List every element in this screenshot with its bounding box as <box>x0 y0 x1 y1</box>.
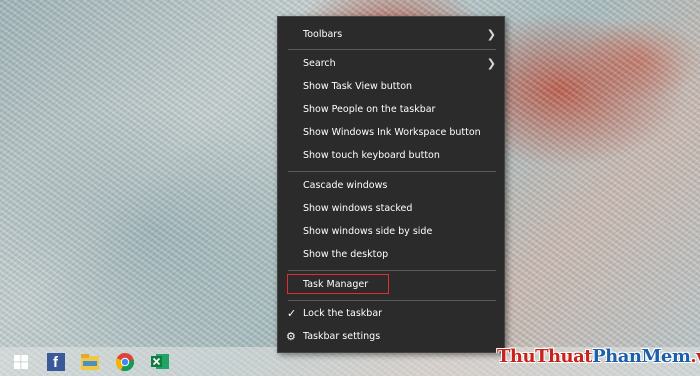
menu-item-show-windows-side-by-side[interactable]: Show windows side by side <box>278 221 504 243</box>
chevron-right-icon: ❯ <box>486 57 496 70</box>
task-manager-highlight-box <box>287 274 389 294</box>
checkmark-icon: ✓ <box>287 307 297 320</box>
menu-item-label: Show windows side by side <box>303 226 433 237</box>
menu-item-label: Show People on the taskbar <box>303 104 436 115</box>
windows-start-icon[interactable] <box>10 351 31 372</box>
menu-item-label: Cascade windows <box>303 180 388 191</box>
menu-item-label: Toolbars <box>303 29 343 40</box>
menu-item-search[interactable]: Search ❯ <box>278 53 504 75</box>
file-explorer-icon[interactable] <box>79 351 100 372</box>
menu-separator <box>288 171 496 172</box>
chevron-right-icon: ❯ <box>486 28 496 41</box>
menu-item-show-people-on-taskbar[interactable]: Show People on the taskbar <box>278 99 504 121</box>
menu-item-label: Show touch keyboard button <box>303 150 440 161</box>
watermark-logo: ThuThuatPhanMem.vn <box>497 346 700 374</box>
menu-separator <box>288 49 496 50</box>
menu-item-label: Show Windows Ink Workspace button <box>303 127 481 138</box>
menu-item-show-the-desktop[interactable]: Show the desktop <box>278 244 504 266</box>
menu-item-label: Taskbar settings <box>303 331 381 342</box>
menu-item-label: Lock the taskbar <box>303 308 383 319</box>
menu-item-lock-the-taskbar[interactable]: ✓ Lock the taskbar <box>278 303 504 325</box>
menu-item-show-touch-keyboard-button[interactable]: Show touch keyboard button <box>278 145 504 167</box>
chrome-icon[interactable] <box>114 351 135 372</box>
menu-item-cascade-windows[interactable]: Cascade windows <box>278 175 504 197</box>
menu-item-taskbar-settings[interactable]: ⚙ Taskbar settings <box>278 326 504 348</box>
menu-separator <box>288 300 496 301</box>
watermark-part-3: .vn <box>690 346 700 367</box>
menu-item-label: Show the desktop <box>303 249 389 260</box>
facebook-icon[interactable]: f <box>45 351 66 372</box>
watermark-part-2: PhanMem <box>592 346 691 367</box>
menu-item-label: Show windows stacked <box>303 203 413 214</box>
menu-item-show-task-view-button[interactable]: Show Task View button <box>278 76 504 98</box>
taskbar-context-menu: Toolbars ❯ Search ❯ Show Task View butto… <box>277 16 505 353</box>
gear-icon: ⚙ <box>286 330 296 343</box>
menu-item-label: Show Task View button <box>303 81 413 92</box>
excel-icon[interactable] <box>149 351 170 372</box>
menu-item-label: Search <box>303 58 336 69</box>
watermark-part-1: ThuThuat <box>497 346 593 367</box>
menu-item-show-windows-ink-workspace-button[interactable]: Show Windows Ink Workspace button <box>278 122 504 144</box>
menu-item-toolbars[interactable]: Toolbars ❯ <box>278 24 504 46</box>
menu-item-show-windows-stacked[interactable]: Show windows stacked <box>278 198 504 220</box>
menu-separator <box>288 270 496 271</box>
